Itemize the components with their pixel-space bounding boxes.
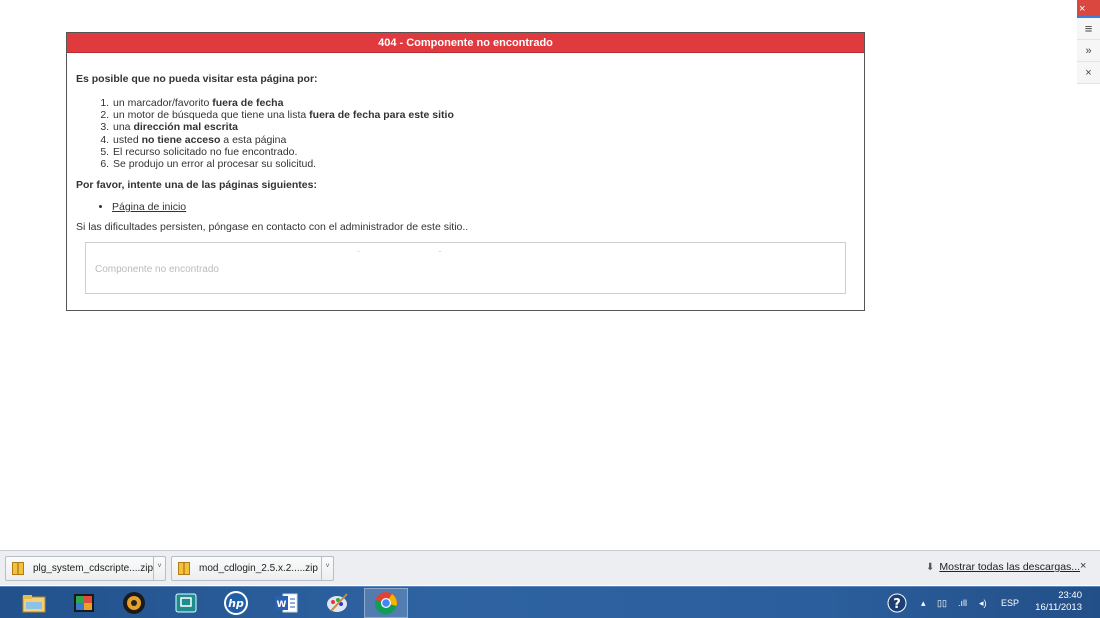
download-item[interactable]: plg_system_cdscripte....zip ˅ — [5, 556, 166, 581]
signal-icon[interactable]: .ıll — [958, 587, 967, 618]
word-icon[interactable]: W — [264, 588, 308, 618]
decorative-dots: ‐ ‐ — [357, 246, 480, 257]
reason-item: Se produjo un error al procesar su solic… — [112, 158, 855, 170]
language-indicator[interactable]: ESP — [1001, 587, 1019, 618]
chevron-down-icon[interactable]: ˅ — [153, 556, 166, 581]
error-box: 404 - Componente no encontrado Es posibl… — [66, 32, 865, 311]
download-name: plg_system_cdscripte....zip — [33, 563, 154, 574]
zip-file-icon — [178, 562, 190, 575]
svg-text:W: W — [277, 600, 287, 610]
reason-item: El recurso solicitado no fue encontrado. — [112, 146, 855, 158]
remote-app-icon[interactable] — [164, 588, 208, 618]
links-list: Página de inicio — [112, 201, 855, 213]
home-link[interactable]: Página de inicio — [112, 201, 186, 213]
menu-button[interactable]: ≡ — [1077, 18, 1100, 40]
download-arrow-icon: ⬇ — [926, 562, 935, 573]
reasons-list: un marcador/favorito fuera de fechaun mo… — [112, 97, 855, 170]
error-body: Es posible que no pueda visitar esta pág… — [67, 73, 864, 295]
chevron-up-icon[interactable]: ▴ — [921, 587, 926, 618]
downloads-bar: plg_system_cdscripte....zip ˅ mod_cdlogi… — [0, 550, 1100, 585]
hp-app-icon[interactable]: hp — [214, 588, 258, 618]
error-message: Componente no encontrado — [95, 264, 219, 276]
list-item: Página de inicio — [112, 201, 855, 213]
chrome-icon[interactable] — [364, 588, 408, 618]
chevron-down-icon[interactable]: ˅ — [321, 556, 334, 581]
file-explorer-icon[interactable] — [12, 588, 56, 618]
dismiss-button[interactable]: × — [1077, 62, 1100, 84]
clock[interactable]: 23:40 16/11/2013 — [1030, 590, 1082, 614]
volume-icon[interactable]: ◂) — [979, 587, 987, 618]
clock-time: 23:40 — [1058, 590, 1082, 601]
reason-item: un motor de búsqueda que tiene una lista… — [112, 109, 855, 121]
retry-text: Por favor, intente una de las páginas si… — [76, 179, 317, 192]
media-app-icon[interactable] — [62, 588, 106, 618]
close-downloads-button[interactable]: × — [1080, 560, 1086, 572]
more-button[interactable]: » — [1077, 40, 1100, 62]
browser-side-controls: × ≡ » × — [1077, 0, 1100, 84]
help-icon[interactable]: ? — [887, 587, 907, 618]
reason-item: una dirección mal escrita — [112, 121, 855, 133]
show-all-label: Mostrar todas las descargas... — [939, 561, 1081, 573]
reason-item: un marcador/favorito fuera de fecha — [112, 97, 855, 109]
error-title: 404 - Componente no encontrado — [67, 33, 864, 53]
taskbar: hp W ? ▴ ▯▯ .ıll ◂) ESP 23:40 16/11/2013 — [0, 586, 1100, 618]
paint-icon[interactable] — [316, 588, 360, 618]
svg-text:hp: hp — [228, 597, 244, 610]
svg-text:?: ? — [893, 597, 901, 612]
download-name: mod_cdlogin_2.5.x.2.....zip — [199, 563, 318, 574]
show-all-downloads-link[interactable]: ⬇ Mostrar todas las descargas... — [926, 561, 1080, 573]
network-icon[interactable]: ▯▯ — [937, 587, 947, 618]
error-intro: Es posible que no pueda visitar esta pág… — [76, 73, 318, 85]
reason-item: usted no tiene acceso a esta página — [112, 134, 855, 146]
error-message-box: ‐ ‐ Componente no encontrado — [85, 242, 846, 295]
zip-file-icon — [12, 562, 24, 575]
clock-date: 16/11/2013 — [1035, 602, 1082, 613]
close-tab-button[interactable]: × — [1077, 0, 1100, 18]
contact-text: Si las dificultades persisten, póngase e… — [76, 221, 469, 234]
webcam-app-icon[interactable] — [112, 588, 156, 618]
download-item[interactable]: mod_cdlogin_2.5.x.2.....zip ˅ — [171, 556, 334, 581]
